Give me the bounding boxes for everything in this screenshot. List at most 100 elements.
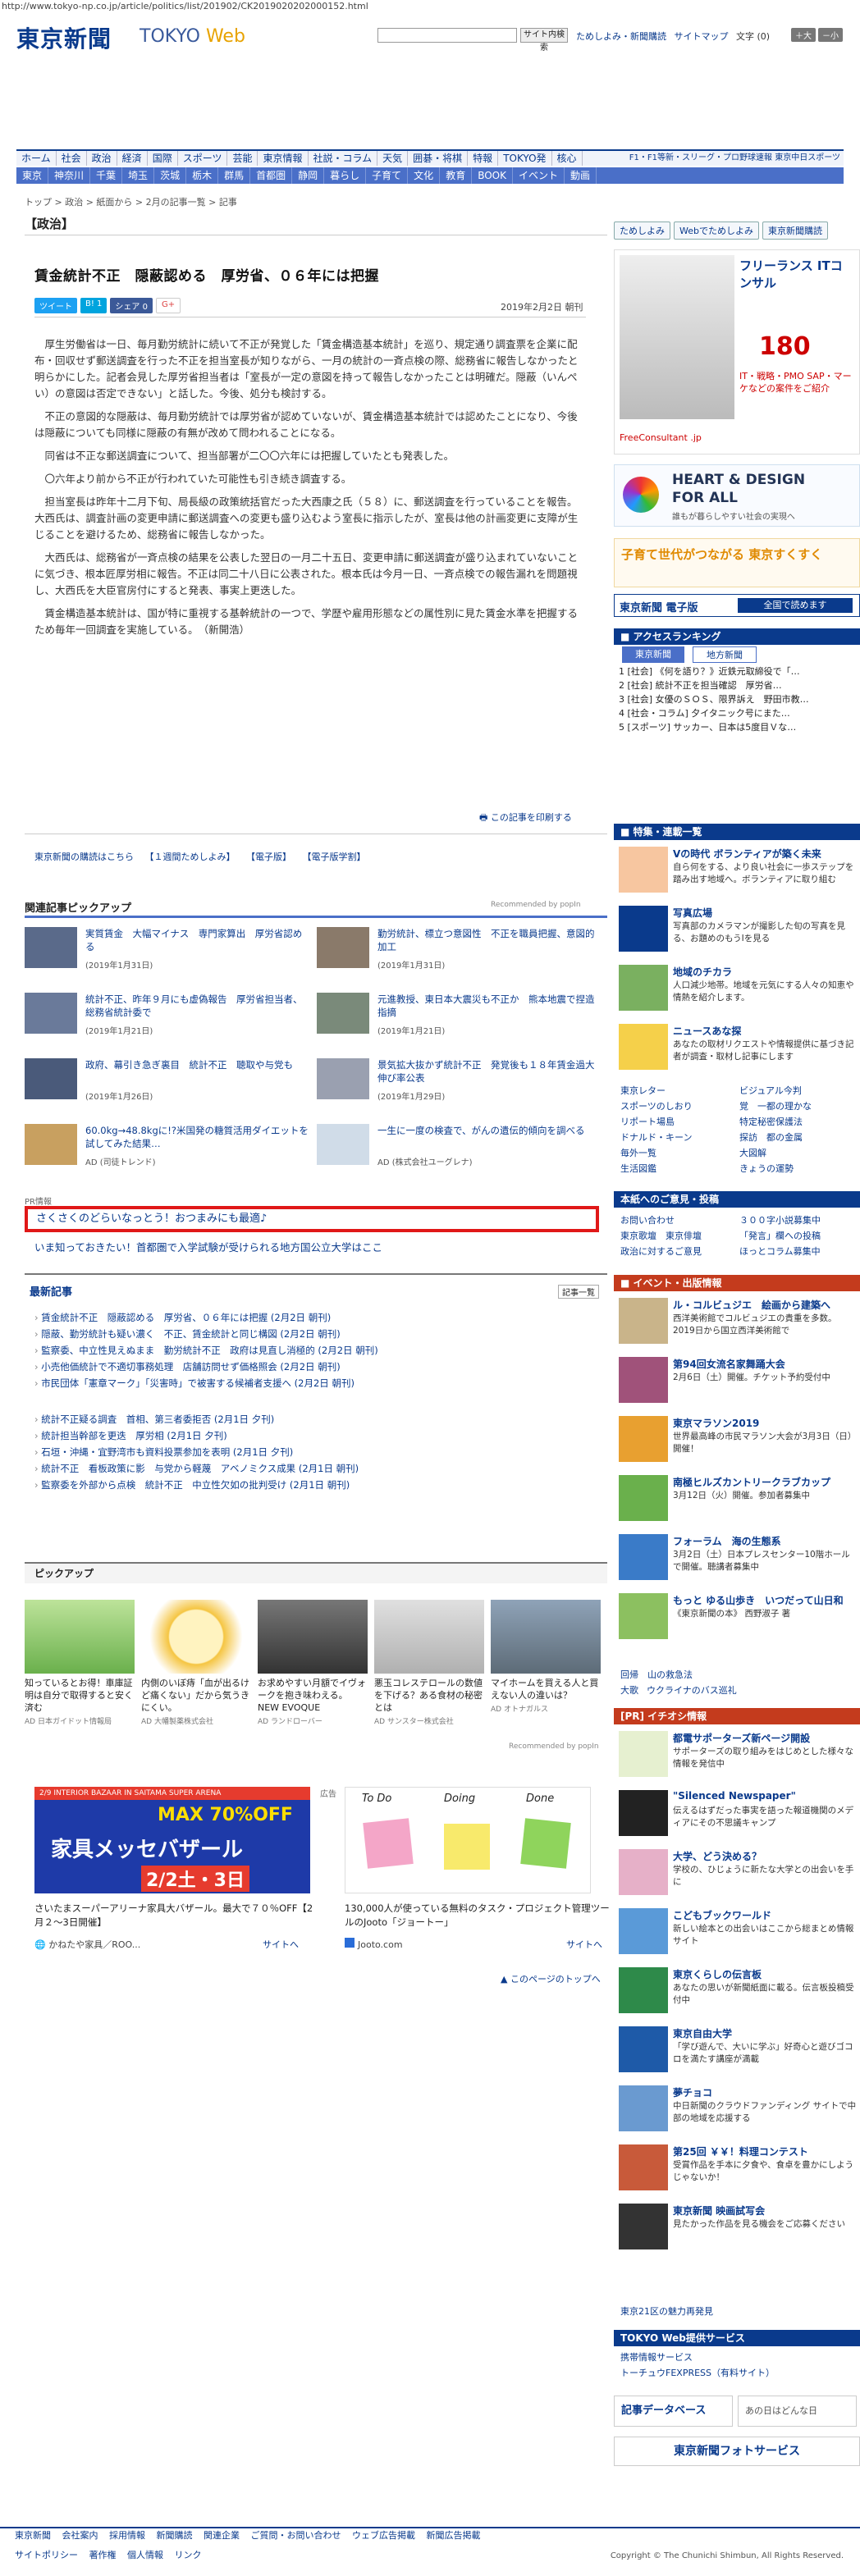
- feature-link[interactable]: 探訪 都の金属: [739, 1130, 803, 1145]
- nav-home[interactable]: ホーム: [16, 151, 57, 166]
- event-title[interactable]: ル・コルビュジエ 絵画から建築へ: [673, 1298, 830, 1312]
- pr-title[interactable]: 東京くらしの伝言板: [673, 1967, 762, 1981]
- event-title[interactable]: 第94回女流名家舞踊大会: [673, 1357, 785, 1371]
- pickup-item[interactable]: 悪玉コレステロールの数値を下げる？ある食材の秘密とは AD サンスター株式会社: [374, 1600, 484, 1726]
- event-item[interactable]: ル・コルビュジエ 絵画から建築へ 西洋美術館でコルビュジエの貴重を多数。2019日…: [619, 1298, 857, 1355]
- contact-link[interactable]: ほっとコラム募集中: [739, 1244, 821, 1259]
- related-title[interactable]: 実質賃金 大幅マイナス 専門家算出 厚労省認める: [85, 927, 309, 953]
- subnav-kurashi[interactable]: 暮らし: [324, 167, 367, 184]
- subnav-shutoken[interactable]: 首都圏: [250, 167, 293, 184]
- related-title[interactable]: 60.0kg→48.8kgに!?米国発の糖質活用ダイエットを試してみた結果…: [85, 1124, 309, 1150]
- feature-link[interactable]: きょうの運勢: [739, 1161, 794, 1176]
- subnav-douga[interactable]: 動画: [565, 167, 597, 184]
- subnav-kosodate[interactable]: 子育て: [366, 167, 409, 184]
- feature-link[interactable]: リポート場島: [620, 1114, 739, 1130]
- digital-cta[interactable]: 全国で読めます: [738, 598, 853, 613]
- subscribe-link[interactable]: 東京新聞の購読はこちら: [34, 852, 134, 862]
- feature-title[interactable]: 写真広場: [673, 906, 712, 920]
- event-title[interactable]: 南極ヒルズカントリークラブカップ: [673, 1475, 830, 1489]
- pr-title[interactable]: 第25回 ￥￥！料理コンテスト: [673, 2144, 808, 2158]
- photo-service-banner[interactable]: 東京新聞フォトサービス: [614, 2437, 860, 2466]
- ad-site-link[interactable]: サイトへ: [263, 1938, 299, 1951]
- footer-link[interactable]: サイトポリシー: [15, 2550, 78, 2560]
- pr-item[interactable]: 夢チョコ 中日新聞のクラウドファンディング サイトで中部の地域を応援する: [619, 2085, 857, 2143]
- nav-tokyo-info[interactable]: 東京情報: [258, 151, 309, 166]
- related-item[interactable]: 政府、幕引き急ぎ裏目 統計不正 聴取や与党も (2019年1月26日): [25, 1057, 312, 1109]
- font-larger-button[interactable]: ＋大: [791, 28, 816, 42]
- pr-item[interactable]: こどもブックワールド 新しい絵本との出会いはここから総まとめ情報サイト: [619, 1908, 857, 1966]
- pr-title[interactable]: 東京新聞 映画試写会: [673, 2204, 765, 2217]
- event-link[interactable]: 大歌: [620, 1683, 638, 1698]
- footer-link[interactable]: 採用情報: [109, 2530, 145, 2541]
- footer-link[interactable]: ご質問・お問い合わせ: [251, 2530, 341, 2541]
- ranking-item[interactable]: 2 [社会] 統計不正を担当確認 厚労省…: [619, 678, 809, 692]
- event-link[interactable]: 回帰 山の救急法: [620, 1667, 737, 1683]
- feature-item[interactable]: 写真広場 写真部のカメラマンが撮影した旬の写真を見る、お題めのもうIを見る: [619, 906, 857, 963]
- trial-week-link[interactable]: 【１週間ためしよみ】: [145, 852, 236, 862]
- feature-item[interactable]: 地域のチカラ 人口減少地帯。地域を元気にする人々の知恵や情熱を紹介します。: [619, 965, 857, 1022]
- google-plus-button[interactable]: G+: [155, 298, 181, 313]
- pickup-item[interactable]: 知っているとお得！車庫証明は自分で取得すると安く済む AD 日本ガイドット情報局: [25, 1600, 135, 1726]
- ranking-item[interactable]: 3 [社会] 女優のＳＯＳ、限界訴え 野田市教…: [619, 692, 809, 706]
- footer-link[interactable]: リンク: [175, 2550, 202, 2560]
- freelance-ad[interactable]: フリーランス ITコンサル 180 IT・戦略・PMO SAP・マーケなどの案件…: [614, 249, 860, 454]
- nav-kakushin[interactable]: 核心: [552, 151, 583, 166]
- pr-item[interactable]: 東京自由大学 「学び遊んで、大いに学ぶ」好奇心と遊びゴコロを満たす講座が満載: [619, 2026, 857, 2084]
- event-link[interactable]: ウクライナのバス巡礼: [647, 1683, 737, 1698]
- feature-item[interactable]: Vの時代 ボランティアが築く未来 自ら何をする、より良い社会に一歩ステップを踏み…: [619, 847, 857, 904]
- trial-link[interactable]: ためしよみ・新聞購読: [576, 31, 666, 42]
- furniture-ad-banner[interactable]: 2/9 INTERIOR BAZAAR IN SAITAMA SUPER ARE…: [34, 1787, 310, 1893]
- back-to-top-link[interactable]: ▲ このページのトップへ: [501, 1972, 601, 1985]
- subscribe-button[interactable]: 東京新聞購読: [762, 222, 828, 240]
- pr-item[interactable]: 第25回 ￥￥！料理コンテスト 受賞作品を手本に夕食や、食卓を豊かにしようじゃない…: [619, 2144, 857, 2202]
- footer-link[interactable]: 東京新聞: [15, 2530, 51, 2541]
- jooto-ad-image[interactable]: To Do Doing Done: [345, 1787, 591, 1893]
- latest-item[interactable]: 市民団体「憲章マーク」「災害時」で被害する候補者支援へ (2月2日 朝刊): [34, 1375, 378, 1391]
- contact-link[interactable]: 「発言」欄への投稿: [739, 1228, 821, 1244]
- pickup-popin-credit[interactable]: Recommended by popIn: [509, 1742, 599, 1751]
- site-search-button[interactable]: サイト内検索: [520, 28, 568, 53]
- anohi-banner[interactable]: あの日はどんな日: [738, 2396, 857, 2427]
- event-item[interactable]: 南極ヒルズカントリークラブカップ 3月12日（火）開催。参加者募集中: [619, 1475, 857, 1532]
- event-item[interactable]: もっと ゆる山歩き いつだって山日和 《東京新聞の本》 西野淑子 著: [619, 1593, 857, 1651]
- pr-link[interactable]: いま知っておきたい！首都圏で入学試験が受けられる地方国公立大学はここ: [34, 1239, 382, 1254]
- nav-weather[interactable]: 天気: [377, 151, 409, 166]
- feature-link[interactable]: 毎外一覧: [620, 1145, 739, 1161]
- event-item[interactable]: 第94回女流名家舞踊大会 2月6日（土）開催。チケット予約受付中: [619, 1357, 857, 1414]
- hatena-button[interactable]: B! 1: [80, 298, 108, 313]
- pickup-text[interactable]: お求めやすい月額でイヴォークを抱き味わえる。NEW EVOQUE: [258, 1677, 368, 1714]
- student-digital-link[interactable]: 【電子版学割】: [303, 852, 366, 862]
- facebook-share-button[interactable]: シェア 0: [110, 298, 153, 313]
- subnav-bunka[interactable]: 文化: [408, 167, 441, 184]
- heart-design-banner[interactable]: HEART & DESIGN FOR ALL 誰もが暮らしやすい社会の実現へ: [614, 464, 860, 527]
- pr-highlight-link[interactable]: さくさくのどらいなっとう！おつまみにも最適♪: [25, 1206, 599, 1232]
- subnav-saitama[interactable]: 埼玉: [122, 167, 155, 184]
- pickup-text[interactable]: 内側のいぼ痔「血が出るけど痛くない」だから気うきにくい。: [141, 1677, 251, 1714]
- nav-go-shogi[interactable]: 囲碁・将棋: [408, 151, 469, 166]
- latest-item[interactable]: 監察委、中立性見えぬまま 勤労統計不正 政府は見直し消極的 (2月2日 朝刊): [34, 1342, 377, 1359]
- event-item[interactable]: フォーラム 海の生態系 3月2日（土）日本プレスセンター10階ホールで開催。聴講者…: [619, 1534, 857, 1592]
- pr-title[interactable]: 東京自由大学: [673, 2026, 732, 2040]
- contact-link[interactable]: 政治に対するご意見: [620, 1244, 739, 1259]
- subnav-tochigi[interactable]: 栃木: [186, 167, 219, 184]
- ranking-tab-local[interactable]: 地方新聞: [693, 646, 757, 663]
- event-title[interactable]: 東京マラソン2019: [673, 1416, 759, 1430]
- article-db-banner[interactable]: 記事データベース: [614, 2396, 733, 2427]
- pr-item[interactable]: 東京新聞 映画試写会 見たかった作品を見る機会をご応募ください: [619, 2204, 857, 2261]
- feature-link[interactable]: ドナルド・キーン: [620, 1130, 739, 1145]
- nav-international[interactable]: 国際: [148, 151, 178, 166]
- subnav-gunma[interactable]: 群馬: [218, 167, 251, 184]
- latest-item[interactable]: 隠蔽、勤労統計も疑い濃く 不正、賃金統計と同じ構図 (2月2日 朝刊): [34, 1326, 378, 1342]
- pickup-item[interactable]: お求めやすい月額でイヴォークを抱き味わえる。NEW EVOQUE AD ランドロ…: [258, 1600, 368, 1726]
- related-title[interactable]: 景気拡大抜かず統計不正 発覚後も１８年賃金過大伸び率公表: [377, 1058, 601, 1085]
- subnav-ibaraki[interactable]: 茨城: [154, 167, 187, 184]
- related-item[interactable]: 元進教授、東日本大震災も不正か 熊本地震で捏造指摘 (2019年1月21日): [317, 991, 604, 1044]
- ad-source[interactable]: Jooto.com: [345, 1938, 403, 1950]
- ad-caption[interactable]: さいたまスーパーアリーナ家具大バザール。最大で７０％OFF【2月２～3日開催】: [34, 1902, 313, 1930]
- nav-editorial[interactable]: 社説・コラム: [309, 151, 378, 166]
- feature-item[interactable]: ニュースあな探 あなたの取材リクエストや情報提供に基づき記者が調査・取材し記事に…: [619, 1024, 857, 1081]
- feature-link[interactable]: 特定秘密保護法: [739, 1114, 803, 1130]
- event-title[interactable]: もっと ゆる山歩き いつだって山日和: [673, 1593, 844, 1607]
- ad-source[interactable]: 🌐 かねたや家具／ROO...: [34, 1938, 140, 1951]
- related-title[interactable]: 元進教授、東日本大震災も不正か 熊本地震で捏造指摘: [377, 993, 601, 1019]
